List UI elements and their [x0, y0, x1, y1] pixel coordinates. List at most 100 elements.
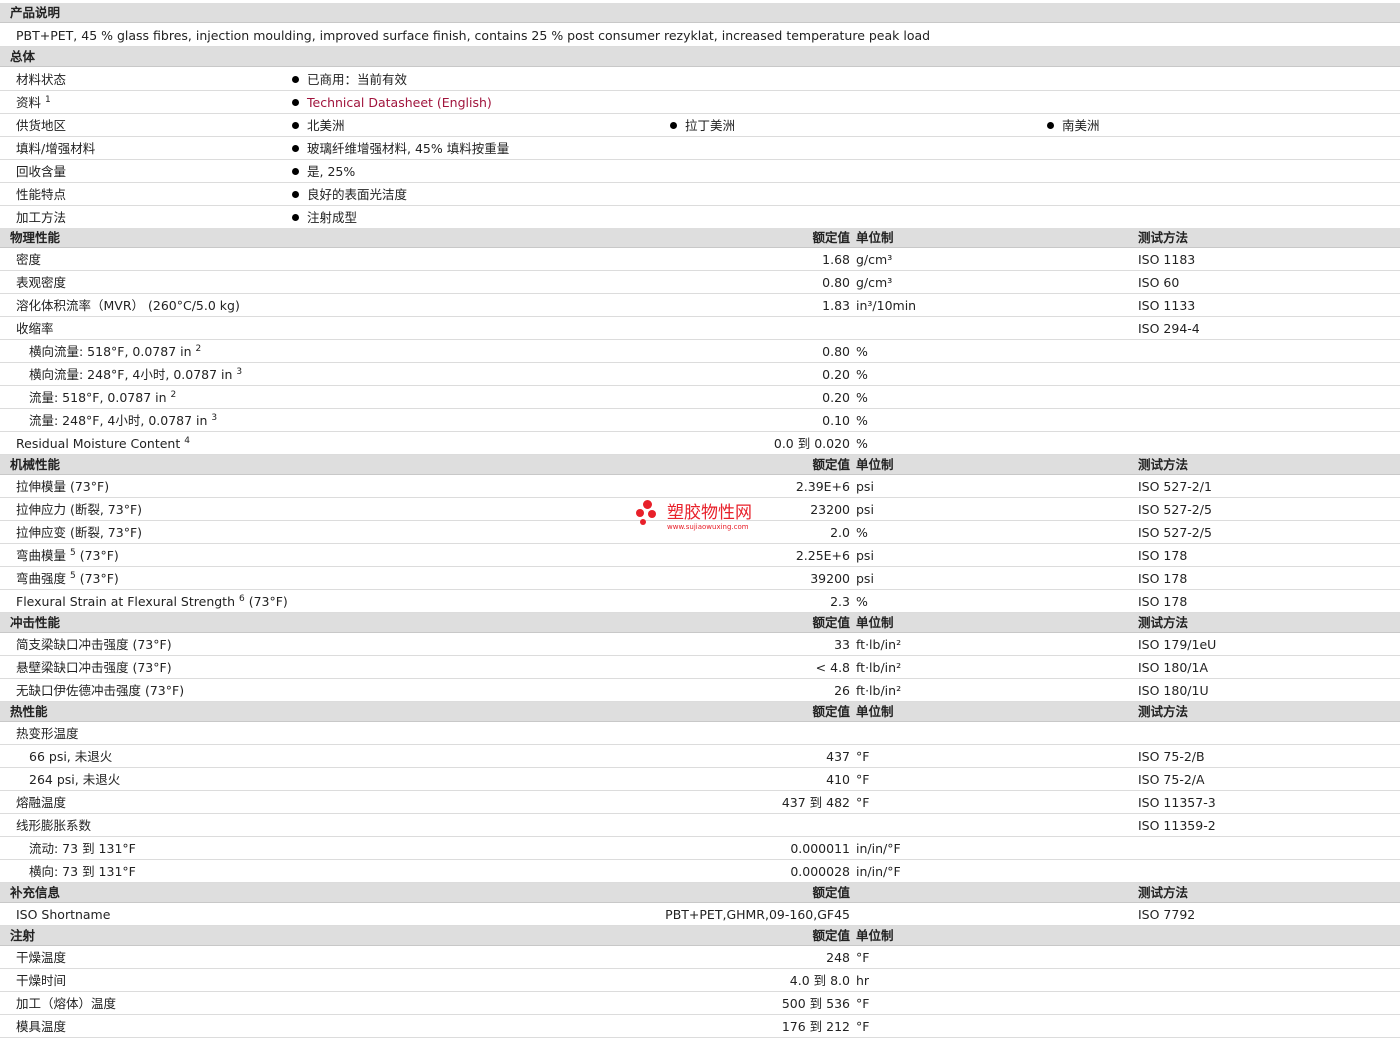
physical-row: 收缩率 ISO 294-4: [0, 317, 1400, 340]
physical-row: 横向流量: 248°F, 4小时, 0.0787 in 3 0.20%: [0, 363, 1400, 386]
unit: °F: [856, 795, 870, 810]
property-label-text: 横向流量: 518°F, 0.0787 in: [29, 344, 192, 359]
test-method: ISO 11359-2: [1138, 818, 1216, 833]
unit: in³/10min: [856, 298, 917, 313]
property-label-text: 供货地区: [16, 118, 67, 133]
property-label: 简支梁缺口冲击强度 (73°F): [16, 633, 172, 656]
nominal-value: 437 到 482: [781, 795, 850, 810]
bullet-icon: [292, 214, 299, 221]
col-header-unit: 单位制: [856, 457, 894, 472]
property-label: 264 psi, 未退火: [29, 768, 120, 791]
thermal-row: 横向: 73 到 131°F 0.000028 in/in/°F: [0, 860, 1400, 883]
thermal-row: 线形膨胀系数 ISO 11359-2: [0, 814, 1400, 837]
impact-row: 悬壁梁缺口冲击强度 (73°F) < 4.8 ft·lb/in² ISO 180/1A: [0, 656, 1400, 679]
property-label-text: 溶化体积流率（MVR） (260°C/5.0 kg): [16, 298, 240, 313]
bullet-icon: [292, 76, 299, 83]
property-label-suffix: (73°F): [75, 571, 119, 586]
section-title: 补充信息: [10, 885, 61, 900]
unit: %: [856, 436, 868, 451]
impact-row: 无缺口伊佐德冲击强度 (73°F) 26 ft·lb/in² ISO 180/1U: [0, 679, 1400, 702]
mechanical-row: 弯曲模量 5 (73°F) 2.25E+6 psi ISO 178: [0, 544, 1400, 567]
test-method: ISO 11357-3: [1138, 795, 1216, 810]
property-label: 表观密度: [16, 271, 66, 294]
footnote-ref: 4: [184, 435, 190, 446]
property-label-text: 简支梁缺口冲击强度 (73°F): [16, 637, 172, 652]
property-label-text: Residual Moisture Content: [16, 436, 181, 451]
nominal-value: 410: [826, 772, 850, 787]
unit: °F: [856, 950, 870, 965]
bullet-text: 拉丁美洲: [685, 118, 736, 133]
property-label: 流量: 518°F, 0.0787 in 2: [29, 386, 176, 409]
property-label: 弯曲模量 5 (73°F): [16, 544, 119, 567]
general-row: 回收含量 是, 25%: [0, 160, 1400, 183]
section-title: 产品说明: [10, 5, 61, 20]
test-method: ISO 1133: [1138, 298, 1196, 313]
property-label-text: 流动: 73 到 131°F: [29, 841, 136, 856]
nominal-value: 176 到 212: [781, 1019, 850, 1034]
unit: %: [856, 594, 868, 609]
property-label-text: 资料: [16, 95, 42, 110]
test-method: ISO 180/1U: [1138, 683, 1209, 698]
nominal-value: 39200: [810, 571, 850, 586]
unit: psi: [856, 502, 874, 517]
nominal-value: 500 到 536: [781, 996, 850, 1011]
thermal-row: 66 psi, 未退火 437 °F ISO 75-2/B: [0, 745, 1400, 768]
bullet-icon: [1047, 122, 1054, 129]
property-label: 线形膨胀系数: [16, 814, 91, 837]
property-label-text: 热变形温度: [16, 726, 79, 741]
test-method: ISO 1183: [1138, 252, 1196, 267]
property-label-text: 加工（熔体）温度: [16, 996, 117, 1011]
test-method: ISO 178: [1138, 594, 1188, 609]
physical-row: 溶化体积流率（MVR） (260°C/5.0 kg) 1.83 in³/10min I…: [0, 294, 1400, 317]
datasheet-link[interactable]: Technical Datasheet (English): [307, 95, 492, 110]
nominal-value: 437: [826, 749, 850, 764]
unit: °F: [856, 996, 870, 1011]
section-header-mechanical: 机械性能 额定值 单位制 测试方法: [0, 455, 1400, 475]
unit: %: [856, 525, 868, 540]
property-label: 横向流量: 518°F, 0.0787 in 2: [29, 340, 201, 363]
footnote-ref: 3: [236, 366, 243, 377]
col-header-test: 测试方法: [1138, 457, 1189, 472]
nominal-value: 0.0 到 0.020: [773, 436, 850, 451]
unit: psi: [856, 548, 874, 563]
unit: %: [856, 344, 868, 359]
unit: °F: [856, 772, 870, 787]
unit: psi: [856, 479, 874, 494]
watermark-logo: 塑胶物性网 www.sujiaowuxing.com: [636, 500, 776, 536]
test-method: ISO 7792: [1138, 907, 1196, 922]
test-method: ISO 179/1eU: [1138, 637, 1217, 652]
section-title: 冲击性能: [10, 615, 61, 630]
property-label: 无缺口伊佐德冲击强度 (73°F): [16, 679, 184, 702]
col-header-value: 额定值: [812, 230, 850, 245]
bullet-icon: [292, 191, 299, 198]
test-method: ISO 178: [1138, 571, 1188, 586]
bullet-item: 已商用：当前有效: [292, 68, 407, 91]
property-label: 热变形温度: [16, 722, 79, 745]
section-header-impact: 冲击性能 额定值 单位制 测试方法: [0, 613, 1400, 633]
property-label-text: 材料状态: [16, 72, 67, 87]
property-label-text: 横向: 73 到 131°F: [29, 864, 136, 879]
mechanical-row: 弯曲强度 5 (73°F) 39200 psi ISO 178: [0, 567, 1400, 590]
unit: %: [856, 413, 868, 428]
test-method: ISO 527-2/5: [1138, 525, 1212, 540]
unit: hr: [856, 973, 870, 988]
injection-row: 干燥时间 4.0 到 8.0 hr: [0, 969, 1400, 992]
unit: °F: [856, 1019, 870, 1034]
property-label: 加工方法: [16, 206, 66, 229]
property-label-text: 模具温度: [16, 1019, 67, 1034]
bullet-icon: [292, 122, 299, 129]
nominal-value: 1.68: [822, 252, 850, 267]
property-label: 横向: 73 到 131°F: [29, 860, 136, 883]
col-header-value: 额定值: [812, 704, 850, 719]
thermal-row: 264 psi, 未退火 410 °F ISO 75-2/A: [0, 768, 1400, 791]
property-label-text: 264 psi, 未退火: [29, 772, 121, 787]
nominal-value: 0.10: [822, 413, 850, 428]
datasheet-link-item[interactable]: Technical Datasheet (English): [292, 91, 492, 114]
col-header-test: 测试方法: [1138, 885, 1189, 900]
property-label-text: 熔融温度: [16, 795, 67, 810]
property-label-text: Flexural Strain at Flexural Strength: [16, 594, 236, 609]
bullet-text: 北美洲: [307, 118, 345, 133]
property-label: 干燥温度: [16, 946, 66, 969]
nominal-value: 0.000028: [790, 864, 850, 879]
property-label-text: 干燥时间: [16, 973, 67, 988]
